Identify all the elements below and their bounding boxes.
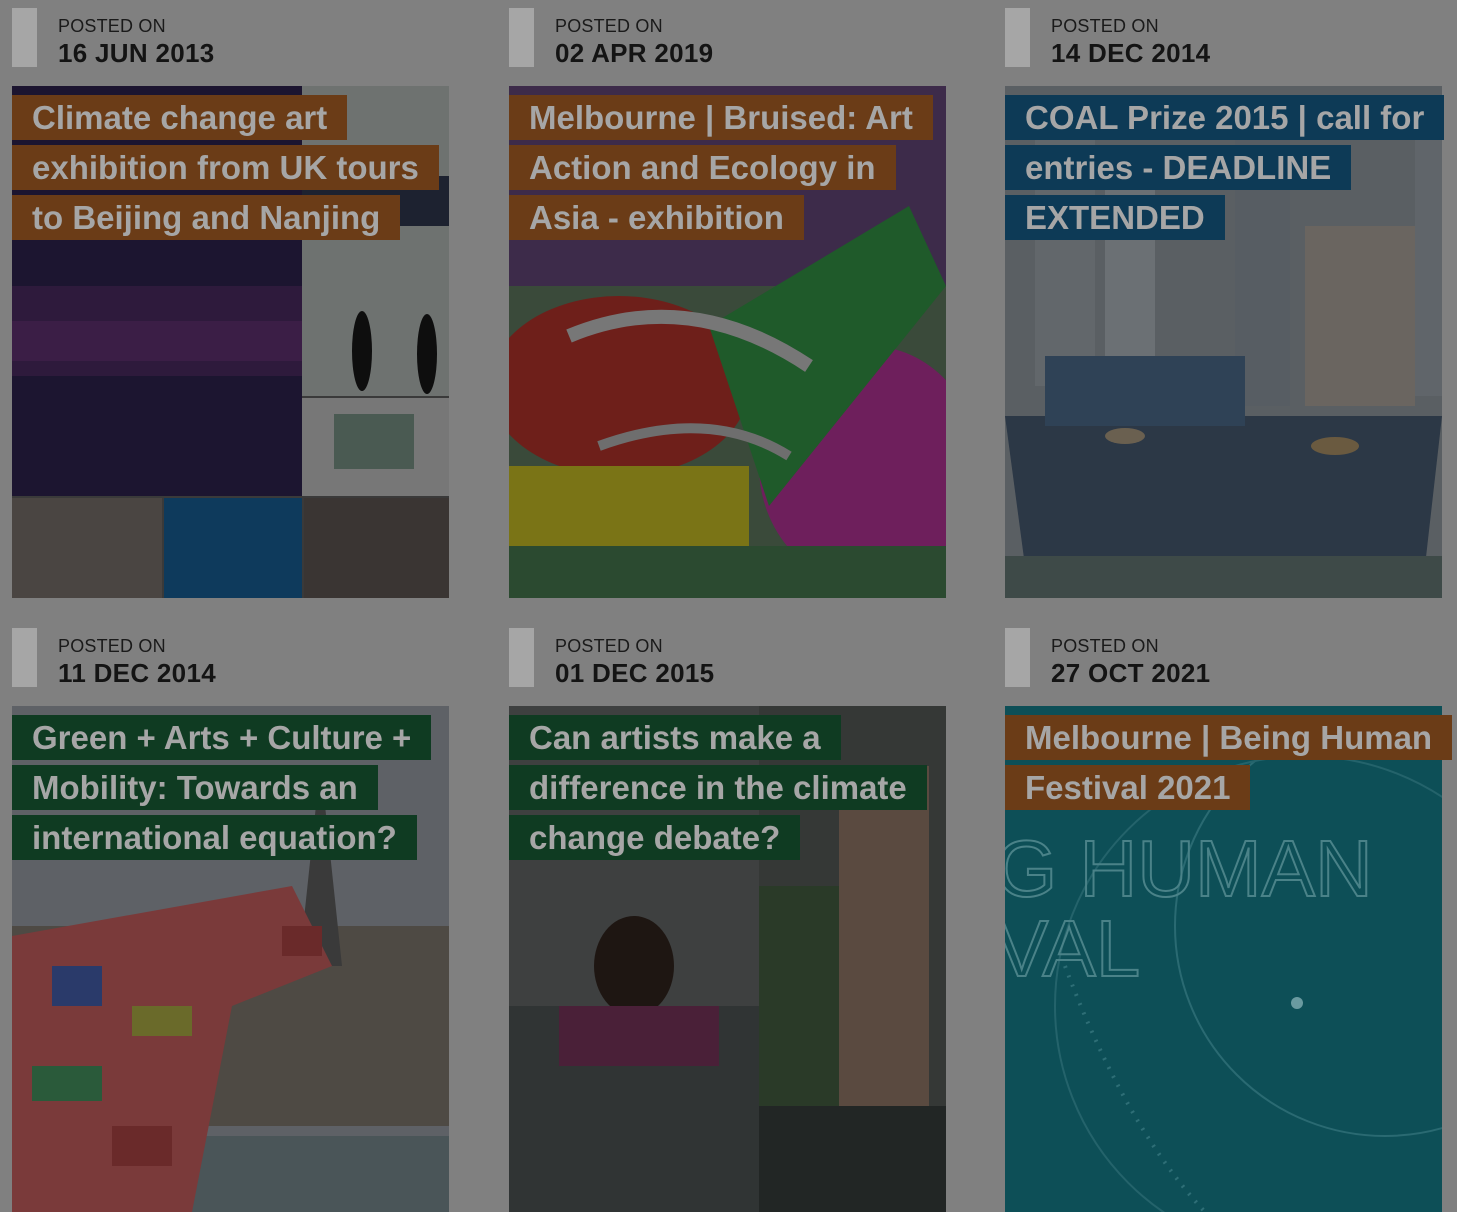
post-title-block[interactable]: Melbourne | Being Human Festival 2021 [1005, 713, 1453, 813]
posted-on-label: POSTED ON [555, 16, 663, 36]
date-marker [1005, 8, 1030, 67]
post-title[interactable]: Melbourne | Bruised: Art Action and Ecol… [509, 95, 933, 240]
post-card[interactable]: POSTED ON 27 OCT 2021 G HUMAN VAL Melbou… [1005, 620, 1453, 1212]
post-title[interactable]: Melbourne | Being Human Festival 2021 [1005, 715, 1453, 810]
date-marker [1005, 628, 1030, 687]
post-card[interactable]: POSTED ON 02 APR 2019 Melbourne | Bruise… [509, 0, 946, 598]
post-title-block[interactable]: Can artists make a difference in the cli… [509, 713, 946, 863]
post-card[interactable]: POSTED ON 14 DEC 2014 COAL Prize 2015 | … [1005, 0, 1445, 598]
post-title[interactable]: Climate change art exhibition from UK to… [12, 95, 439, 240]
post-card[interactable]: POSTED ON 16 JUN 2013 Climate change art… [12, 0, 449, 598]
post-meta: POSTED ON 14 DEC 2014 [1005, 0, 1442, 68]
post-card[interactable]: POSTED ON 11 DEC 2014 Green + Arts + Cul… [12, 620, 449, 1212]
post-meta: POSTED ON 01 DEC 2015 [509, 620, 946, 688]
post-date: 27 OCT 2021 [1051, 658, 1211, 688]
post-title-block[interactable]: Climate change art exhibition from UK to… [12, 93, 449, 243]
post-meta: POSTED ON 02 APR 2019 [509, 0, 946, 68]
post-title-block[interactable]: Melbourne | Bruised: Art Action and Ecol… [509, 93, 946, 243]
post-title[interactable]: Green + Arts + Culture + Mobility: Towar… [12, 715, 432, 860]
post-title[interactable]: COAL Prize 2015 | call for entries - DEA… [1005, 95, 1445, 240]
post-title-block[interactable]: COAL Prize 2015 | call for entries - DEA… [1005, 93, 1445, 243]
post-title-block[interactable]: Green + Arts + Culture + Mobility: Towar… [12, 713, 449, 863]
post-date: 11 DEC 2014 [58, 658, 216, 688]
posted-on-label: POSTED ON [1051, 636, 1159, 656]
post-meta: POSTED ON 16 JUN 2013 [12, 0, 449, 68]
date-marker [12, 8, 37, 67]
posted-on-label: POSTED ON [1051, 16, 1159, 36]
posted-on-label: POSTED ON [58, 16, 166, 36]
poster-text-line-1: G HUMAN [1005, 824, 1373, 913]
post-date: 01 DEC 2015 [555, 658, 715, 688]
poster-text-line-2: VAL [1005, 904, 1140, 993]
date-marker [509, 8, 534, 67]
date-marker [12, 628, 37, 687]
post-title[interactable]: Can artists make a difference in the cli… [509, 715, 927, 860]
post-meta: POSTED ON 11 DEC 2014 [12, 620, 449, 688]
post-meta: POSTED ON 27 OCT 2021 [1005, 620, 1442, 688]
post-card[interactable]: POSTED ON 01 DEC 2015 Can artists make a… [509, 620, 946, 1212]
post-date: 16 JUN 2013 [58, 38, 215, 68]
date-marker [509, 628, 534, 687]
posted-on-label: POSTED ON [58, 636, 166, 656]
posted-on-label: POSTED ON [555, 636, 663, 656]
post-date: 02 APR 2019 [555, 38, 714, 68]
post-date: 14 DEC 2014 [1051, 38, 1211, 68]
